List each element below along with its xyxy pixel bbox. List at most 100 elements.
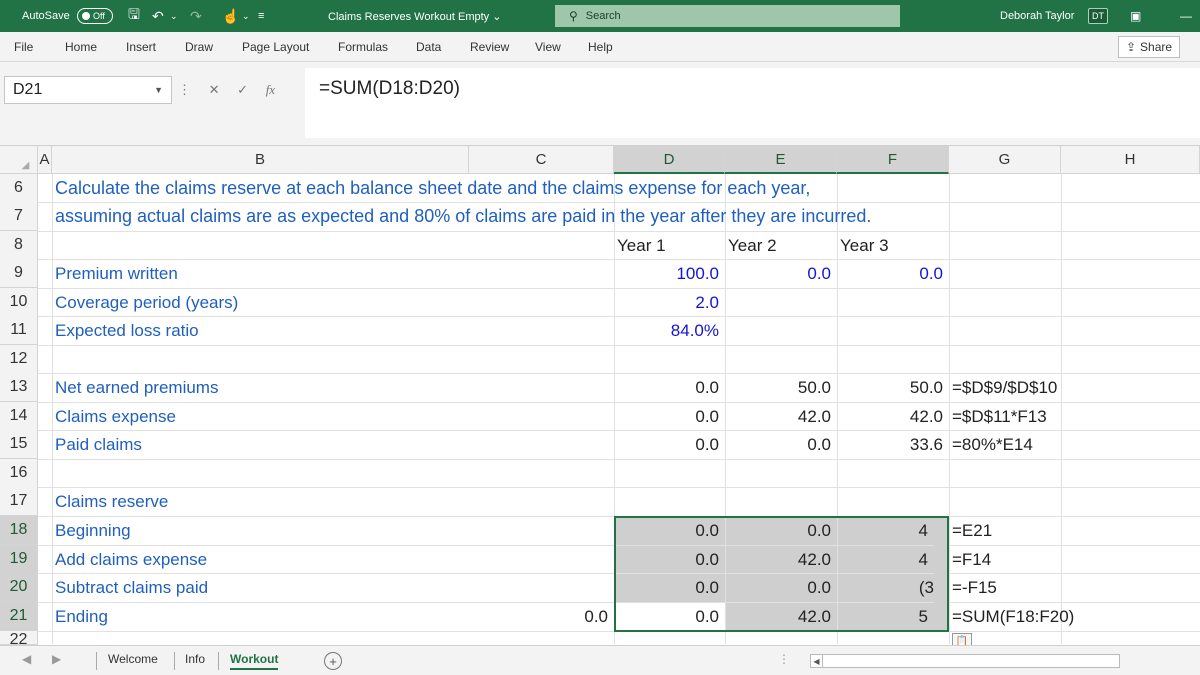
tab-insert[interactable]: Insert bbox=[126, 40, 156, 54]
cell-d10[interactable]: 2.0 bbox=[614, 288, 725, 317]
cell-d8[interactable]: Year 1 bbox=[614, 231, 725, 260]
cell-b18[interactable]: Beginning bbox=[52, 516, 469, 545]
save-icon[interactable]: 🖫 bbox=[128, 0, 140, 32]
autosave-toggle[interactable]: Off bbox=[77, 8, 113, 24]
column-header-d[interactable]: D bbox=[614, 146, 725, 174]
cell-g19[interactable]: =F14 bbox=[949, 545, 1149, 574]
cell-e14[interactable]: 42.0 bbox=[725, 402, 837, 431]
cell-b11[interactable]: Expected loss ratio bbox=[52, 316, 469, 345]
touch-mode-icon[interactable]: ☝ bbox=[222, 0, 239, 32]
prev-sheet-icon[interactable]: ◀ bbox=[22, 652, 31, 666]
cell-f14[interactable]: 42.0 bbox=[837, 402, 949, 431]
tab-draw[interactable]: Draw bbox=[185, 40, 213, 54]
tab-review[interactable]: Review bbox=[470, 40, 509, 54]
cell-d13[interactable]: 0.0 bbox=[614, 373, 725, 402]
redo-icon[interactable]: ↷ bbox=[190, 0, 202, 32]
cell-g20[interactable]: =-F15 bbox=[949, 573, 1149, 602]
cell-g18[interactable]: =E21 bbox=[949, 516, 1149, 545]
row-header-16[interactable]: 16 bbox=[0, 459, 38, 488]
name-box[interactable]: D21 ▼ bbox=[4, 76, 172, 104]
cell-b21[interactable]: Ending bbox=[52, 602, 469, 631]
row-header-17[interactable]: 17 bbox=[0, 487, 38, 516]
row-header-8[interactable]: 8 bbox=[0, 231, 38, 260]
search-input[interactable]: ⚲ Search bbox=[555, 5, 900, 27]
tab-home[interactable]: Home bbox=[65, 40, 97, 54]
cancel-icon[interactable]: ✕ bbox=[209, 82, 220, 97]
tab-data[interactable]: Data bbox=[416, 40, 441, 54]
undo-icon[interactable]: ↶ bbox=[152, 0, 164, 32]
formula-input[interactable]: =SUM(D18:D20) bbox=[305, 68, 1200, 138]
cell-g14[interactable]: =$D$11*F13 bbox=[949, 402, 1149, 431]
column-header-g[interactable]: G bbox=[949, 146, 1061, 174]
cell-b15[interactable]: Paid claims bbox=[52, 430, 469, 459]
cell-g13[interactable]: =$D$9/$D$10 bbox=[949, 373, 1149, 402]
column-header-h[interactable]: H bbox=[1061, 146, 1200, 174]
ribbon-display-icon[interactable]: ▣ bbox=[1130, 0, 1141, 32]
select-all-corner[interactable]: ◢ bbox=[0, 146, 38, 174]
row-header-13[interactable]: 13 bbox=[0, 373, 38, 402]
cell-b9[interactable]: Premium written bbox=[52, 259, 469, 288]
share-button[interactable]: ⇪ Share bbox=[1118, 36, 1180, 58]
next-sheet-icon[interactable]: ▶ bbox=[52, 652, 61, 666]
row-header-7[interactable]: 7 bbox=[0, 202, 38, 231]
cell-b14[interactable]: Claims expense bbox=[52, 402, 469, 431]
cell-f15[interactable]: 33.6 bbox=[837, 430, 949, 459]
customize-toolbar-icon[interactable]: ≡ bbox=[258, 0, 264, 32]
cell-d11[interactable]: 84.0% bbox=[614, 316, 725, 345]
tab-formulas[interactable]: Formulas bbox=[338, 40, 388, 54]
cell-g21[interactable]: =SUM(F18:F20) bbox=[949, 602, 1149, 631]
cell-d14[interactable]: 0.0 bbox=[614, 402, 725, 431]
sheet-tab-welcome[interactable]: Welcome bbox=[108, 652, 158, 666]
cell-d9[interactable]: 100.0 bbox=[614, 259, 725, 288]
tab-view[interactable]: View bbox=[535, 40, 561, 54]
tab-help[interactable]: Help bbox=[588, 40, 613, 54]
row-header-10[interactable]: 10 bbox=[0, 288, 38, 317]
row-header-11[interactable]: 11 bbox=[0, 316, 38, 345]
chevron-down-icon[interactable]: ▼ bbox=[154, 85, 163, 95]
cell-d15[interactable]: 0.0 bbox=[614, 430, 725, 459]
user-name[interactable]: Deborah Taylor bbox=[1000, 0, 1074, 32]
cell-b7[interactable]: assuming actual claims are as expected a… bbox=[52, 202, 949, 231]
row-header-12[interactable]: 12 bbox=[0, 345, 38, 374]
tab-page-layout[interactable]: Page Layout bbox=[242, 40, 309, 54]
cell-e9[interactable]: 0.0 bbox=[725, 259, 837, 288]
row-header-21[interactable]: 21 bbox=[0, 602, 38, 631]
column-header-e[interactable]: E bbox=[725, 146, 837, 174]
cell-b20[interactable]: Subtract claims paid bbox=[52, 573, 469, 602]
column-header-c[interactable]: C bbox=[469, 146, 614, 174]
row-header-22[interactable]: 22 bbox=[0, 631, 38, 645]
minimize-icon[interactable]: — bbox=[1180, 0, 1192, 32]
enter-icon[interactable]: ✓ bbox=[237, 82, 248, 97]
row-header-14[interactable]: 14 bbox=[0, 402, 38, 431]
cell-f8[interactable]: Year 3 bbox=[837, 231, 949, 260]
horizontal-scrollbar[interactable]: ◀ bbox=[810, 654, 1120, 668]
sheet-tab-workout[interactable]: Workout bbox=[230, 652, 279, 670]
column-header-b[interactable]: B bbox=[52, 146, 469, 174]
row-header-15[interactable]: 15 bbox=[0, 430, 38, 459]
cell-g15[interactable]: =80%*E14 bbox=[949, 430, 1149, 459]
column-header-a[interactable]: A bbox=[38, 146, 52, 174]
cell-f9[interactable]: 0.0 bbox=[837, 259, 949, 288]
touch-dropdown-icon[interactable]: ⌄ bbox=[242, 0, 250, 32]
row-header-18[interactable]: 18 bbox=[0, 516, 38, 545]
avatar[interactable]: DT bbox=[1088, 8, 1108, 24]
cell-f13[interactable]: 50.0 bbox=[837, 373, 949, 402]
cell-b19[interactable]: Add claims expense bbox=[52, 545, 469, 574]
scroll-left-icon[interactable]: ◀ bbox=[811, 655, 823, 667]
cell-e15[interactable]: 0.0 bbox=[725, 430, 837, 459]
document-title[interactable]: Claims Reserves Workout Empty ⌄ bbox=[328, 0, 501, 32]
cell-c21[interactable]: 0.0 bbox=[469, 602, 614, 631]
cell-b6[interactable]: Calculate the claims reserve at each bal… bbox=[52, 174, 949, 203]
insert-function-icon[interactable]: fx bbox=[266, 82, 275, 97]
tab-file[interactable]: File bbox=[14, 40, 33, 54]
cell-e13[interactable]: 50.0 bbox=[725, 373, 837, 402]
cell-b17[interactable]: Claims reserve bbox=[52, 487, 469, 516]
undo-dropdown-icon[interactable]: ⌄ bbox=[170, 0, 178, 32]
column-header-f[interactable]: F bbox=[837, 146, 949, 174]
cell-b13[interactable]: Net earned premiums bbox=[52, 373, 469, 402]
row-header-20[interactable]: 20 bbox=[0, 573, 38, 602]
row-header-6[interactable]: 6 bbox=[0, 174, 38, 203]
row-header-9[interactable]: 9 bbox=[0, 259, 38, 288]
sheet-tab-info[interactable]: Info bbox=[185, 652, 205, 666]
add-sheet-icon[interactable]: + bbox=[324, 652, 342, 670]
